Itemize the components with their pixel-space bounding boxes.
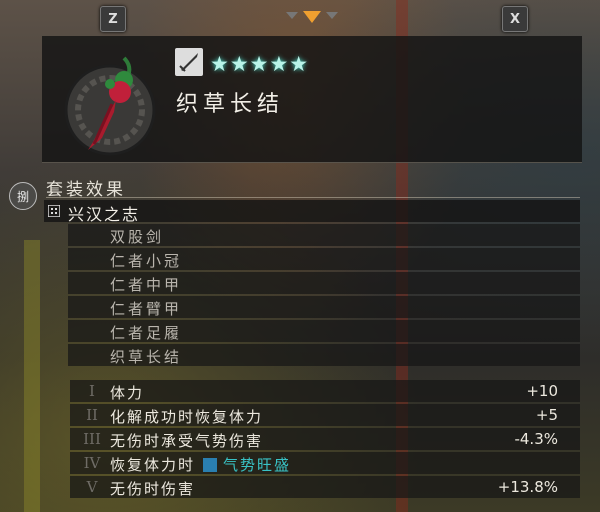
stat-value: +5 — [535, 406, 558, 424]
stat-value: -4.3% — [514, 430, 558, 448]
stat-row-5: V 无伤时伤害 +13.8% — [70, 476, 580, 498]
set-piece-row: 仁者足履 — [68, 320, 580, 342]
set-badge[interactable]: 捌 — [9, 182, 37, 210]
z-key-button[interactable]: Z — [100, 6, 126, 32]
set-piece-label: 仁者小冠 — [110, 252, 183, 270]
set-pattern-icon — [48, 205, 60, 217]
set-piece-row: 仁者臂甲 — [68, 296, 580, 318]
divider — [46, 197, 580, 198]
stat-name: 化解成功时恢复体力 — [110, 408, 264, 426]
stat-name: 无伤时伤害 — [110, 480, 196, 498]
stat-name: 恢复体力时 — [110, 456, 196, 474]
stat-row-1: I 体力 +10 — [70, 380, 580, 402]
stat-value: +10 — [526, 382, 558, 400]
stat-name: 体力 — [110, 384, 145, 402]
set-piece-label: 织草长结 — [110, 348, 183, 366]
set-piece-row: 仁者小冠 — [68, 248, 580, 270]
stat-numeral: IV — [83, 454, 101, 472]
set-piece-label: 双股剑 — [110, 228, 165, 246]
set-piece-label: 仁者臂甲 — [110, 300, 183, 318]
set-piece-label: 仁者中甲 — [110, 276, 183, 294]
nav-current-arrow-icon — [303, 11, 321, 23]
stat-value: +13.8% — [497, 478, 558, 496]
x-key-button[interactable]: X — [502, 6, 528, 32]
stat-numeral: V — [86, 478, 98, 496]
background-yellow-stripe — [24, 240, 40, 512]
sword-icon — [175, 48, 203, 76]
set-piece-row: 织草长结 — [68, 344, 580, 366]
spirit-label: 气势旺盛 — [223, 456, 292, 474]
stat-row-3: III 无伤时承受气势伤害 -4.3% — [70, 428, 580, 450]
stat-numeral: III — [83, 430, 101, 448]
set-name-row: 兴汉之志 — [44, 200, 580, 224]
item-name: 织草长结 — [176, 92, 285, 117]
set-piece-row: 仁者中甲 — [68, 272, 580, 294]
set-piece-row: 双股剑 — [68, 224, 580, 246]
stat-row-2: II 化解成功时恢复体力 +5 — [70, 404, 580, 426]
rarity-stars: ★★★★★ — [210, 52, 310, 76]
nav-left-arrow-icon[interactable] — [286, 10, 298, 20]
set-piece-label: 仁者足履 — [110, 324, 183, 342]
stat-row-4: IV 恢复体力时 气势旺盛 — [70, 452, 580, 474]
stat-numeral: I — [89, 382, 95, 400]
spirit-icon — [203, 458, 218, 472]
set-name: 兴汉之志 — [68, 205, 141, 224]
nav-right-arrow-icon[interactable] — [326, 10, 338, 20]
stat-numeral: II — [86, 406, 98, 424]
knot-charm-emblem-icon — [64, 56, 156, 156]
stat-name: 无伤时承受气势伤害 — [110, 432, 264, 450]
stat-name-with-spirit: 恢复体力时 气势旺盛 — [110, 454, 291, 475]
